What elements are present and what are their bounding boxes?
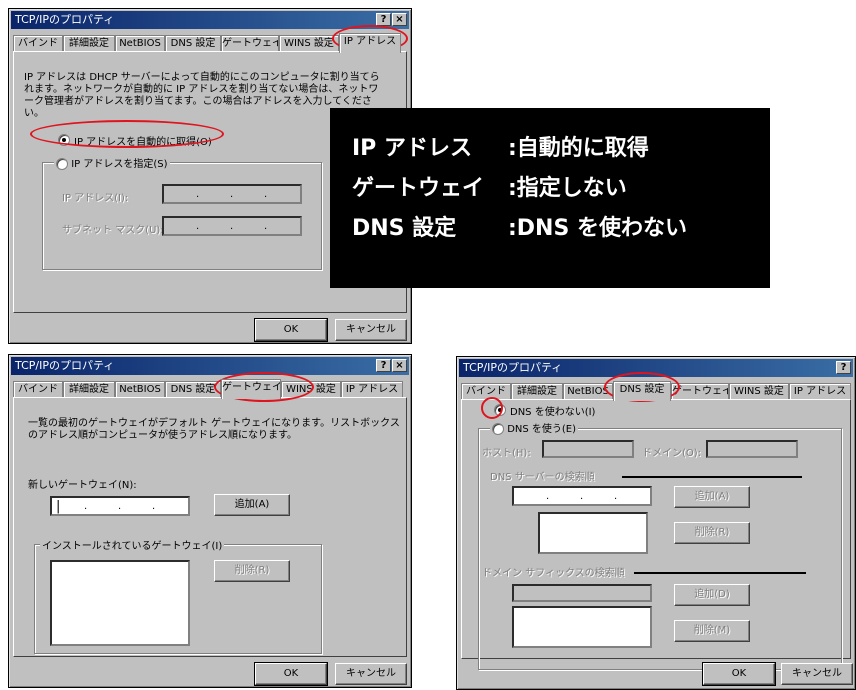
- tab-gateway[interactable]: ゲートウェイ: [221, 379, 281, 399]
- help-button[interactable]: ?: [836, 361, 851, 374]
- window-title: TCP/IPのプロパティ: [463, 361, 563, 374]
- add-dns-button[interactable]: 追加(A): [674, 486, 750, 508]
- title-bar: TCP/IPのプロパティ ? ×: [11, 357, 409, 375]
- tab-netbios[interactable]: NetBIOS: [115, 35, 165, 52]
- tab-page: 一覧の最初のゲートウェイがデフォルト ゲートウェイになります。リストボックス の…: [13, 397, 407, 657]
- ok-button[interactable]: OK: [254, 318, 328, 342]
- tab-dns[interactable]: DNS 設定: [613, 381, 671, 401]
- radio-use-dns[interactable]: [492, 423, 504, 435]
- tab-ip-address[interactable]: IP アドレス: [789, 383, 851, 400]
- close-button[interactable]: ×: [392, 13, 407, 26]
- tab-strip: バインド 詳細設定 NetBIOS DNS 設定 ゲートウェイ WINS 設定 …: [461, 381, 851, 401]
- tab-advanced[interactable]: 詳細設定: [63, 35, 115, 52]
- add-gateway-button[interactable]: 追加(A): [214, 494, 290, 516]
- tab-strip: バインド 詳細設定 NetBIOS DNS 設定 ゲートウェイ WINS 設定 …: [13, 379, 407, 399]
- ip-address-field[interactable]: . . .: [162, 184, 302, 204]
- close-button[interactable]: ×: [392, 359, 407, 372]
- settings-summary-panel: IP アドレス :自動的に取得 ゲートウェイ :指定しない DNS 設定 :DN…: [330, 108, 770, 288]
- help-button[interactable]: ?: [376, 359, 391, 372]
- host-field[interactable]: [542, 440, 634, 458]
- domain-field[interactable]: [706, 440, 798, 458]
- host-label: ホスト(H):: [482, 448, 531, 459]
- tab-bind[interactable]: バインド: [13, 35, 63, 52]
- tab-advanced[interactable]: 詳細設定: [63, 381, 115, 398]
- dns-search-order-divider: [622, 476, 802, 478]
- suffix-field[interactable]: [512, 584, 652, 602]
- cancel-button[interactable]: キャンセル: [335, 319, 407, 341]
- dns-server-field[interactable]: . . .: [512, 486, 652, 506]
- suffix-search-order-divider: [634, 572, 806, 574]
- tab-wins[interactable]: WINS 設定: [729, 383, 789, 400]
- help-button[interactable]: ?: [376, 13, 391, 26]
- radio-use-dns-label[interactable]: DNS を使う(E): [507, 424, 576, 435]
- radio-specify-ip-label[interactable]: IP アドレスを指定(S): [71, 159, 167, 170]
- remove-suffix-button[interactable]: 削除(M): [674, 620, 750, 642]
- dns-search-order-label: DNS サーバーの検索順: [490, 472, 595, 483]
- tab-bind[interactable]: バインド: [13, 381, 63, 398]
- remove-dns-button[interactable]: 削除(R): [674, 522, 750, 544]
- use-dns-group-header: DNS を使う(E): [490, 420, 579, 435]
- installed-gateways-list[interactable]: [50, 560, 190, 646]
- subnet-mask-label: サブネット マスク(U):: [62, 225, 164, 236]
- cancel-button[interactable]: キャンセル: [781, 663, 853, 685]
- installed-gateways-label: インストールされているゲートウェイ(I): [40, 537, 225, 552]
- tab-page: DNS を使わない(I) DNS を使う(E) ホスト(H): ドメイン(O):…: [461, 399, 851, 670]
- subnet-mask-field[interactable]: . . .: [162, 216, 302, 236]
- suffix-list[interactable]: [512, 606, 652, 648]
- tab-netbios[interactable]: NetBIOS: [115, 381, 165, 398]
- highlight-oval-auto-ip: [30, 120, 224, 148]
- dns-server-list[interactable]: [538, 512, 648, 554]
- specify-ip-group-header: IP アドレスを指定(S): [54, 155, 170, 170]
- cancel-button[interactable]: キャンセル: [335, 663, 407, 685]
- new-gateway-field[interactable]: | . . .: [50, 496, 190, 516]
- ok-button[interactable]: OK: [254, 662, 328, 686]
- tab-ip-address[interactable]: IP アドレス: [341, 381, 403, 398]
- suffix-search-order-label: ドメイン サフィックスの検索順: [482, 568, 625, 579]
- new-gateway-label: 新しいゲートウェイ(N):: [28, 480, 137, 491]
- radio-no-dns-label[interactable]: DNS を使わない(I): [510, 403, 595, 418]
- tab-advanced[interactable]: 詳細設定: [511, 383, 563, 400]
- description-line-2: のアドレス順がコンピュータが使うアドレス順になります。: [28, 430, 297, 441]
- ip-address-label: IP アドレス(I):: [62, 193, 129, 204]
- description-line-3: ーク管理者がアドレスを割り当てます。この場合はアドレスを入力してくださ: [24, 96, 372, 107]
- highlight-oval-no-dns-radio: [481, 397, 503, 419]
- remove-gateway-button[interactable]: 削除(R): [214, 560, 290, 582]
- domain-label: ドメイン(O):: [642, 448, 702, 459]
- ok-button[interactable]: OK: [702, 662, 776, 686]
- tcpip-dialog-dns: TCP/IPのプロパティ ? バインド 詳細設定 NetBIOS DNS 設定 …: [456, 356, 856, 690]
- tab-wins[interactable]: WINS 設定: [279, 35, 339, 52]
- tab-dns[interactable]: DNS 設定: [165, 381, 221, 398]
- tab-gateway[interactable]: ゲートウェイ: [221, 35, 279, 52]
- radio-specify-ip[interactable]: [56, 158, 68, 170]
- tab-ip-address[interactable]: IP アドレス: [339, 33, 401, 53]
- tcpip-dialog-gateway: TCP/IPのプロパティ ? × バインド 詳細設定 NetBIOS DNS 設…: [8, 354, 412, 688]
- description-line-4: い。: [24, 108, 44, 119]
- window-title: TCP/IPのプロパティ: [15, 13, 115, 26]
- tab-dns[interactable]: DNS 設定: [165, 35, 221, 52]
- add-suffix-button[interactable]: 追加(D): [674, 584, 750, 606]
- window-title: TCP/IPのプロパティ: [15, 359, 115, 372]
- tab-strip: バインド 詳細設定 NetBIOS DNS 設定 ゲートウェイ WINS 設定 …: [13, 33, 407, 53]
